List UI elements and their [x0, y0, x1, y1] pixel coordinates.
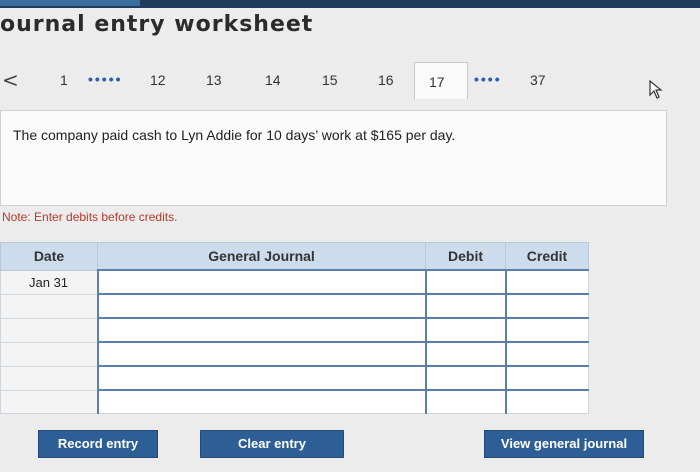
journal-entry-table: Date General Journal Debit Credit Jan 31 — [0, 242, 589, 414]
record-entry-button[interactable]: Record entry — [38, 430, 158, 458]
debit-input[interactable] — [424, 269, 506, 295]
account-input[interactable] — [96, 317, 426, 343]
date-cell — [0, 389, 98, 414]
date-cell — [0, 365, 98, 391]
mouse-pointer-icon — [649, 80, 663, 99]
credit-input[interactable] — [504, 269, 589, 295]
date-cell — [0, 341, 98, 367]
table-row — [0, 365, 589, 391]
transaction-description: The company paid cash to Lyn Addie for 1… — [13, 127, 456, 143]
nav-item-37[interactable]: 37 — [530, 72, 546, 88]
nav-item-16[interactable]: 16 — [378, 72, 394, 88]
nav-ellipsis-left[interactable]: ••••• — [88, 71, 123, 87]
column-header-general-journal: General Journal — [97, 242, 426, 271]
table-row — [0, 293, 589, 319]
question-panel: The company paid cash to Lyn Addie for 1… — [0, 110, 667, 206]
table-row — [0, 389, 589, 414]
table-row: Jan 31 — [0, 269, 589, 295]
table-row — [0, 317, 589, 343]
nav-item-13[interactable]: 13 — [206, 72, 222, 88]
nav-item-15[interactable]: 15 — [322, 72, 338, 88]
credit-input[interactable] — [504, 341, 589, 367]
header-accent-bar — [0, 0, 140, 6]
clear-entry-button[interactable]: Clear entry — [200, 430, 344, 458]
nav-item-12[interactable]: 12 — [150, 72, 166, 88]
entry-navigation: < 1 ••••• 12 13 14 15 16 17 •••• 37 — [0, 62, 700, 106]
column-header-credit: Credit — [505, 242, 589, 271]
debit-input[interactable] — [424, 293, 506, 319]
note-text: Note: Enter debits before credits. — [2, 210, 178, 224]
worksheet-title: ournal entry worksheet — [0, 12, 314, 37]
date-cell: Jan 31 — [0, 269, 98, 295]
top-header-strip — [0, 0, 700, 8]
account-input[interactable] — [96, 269, 426, 295]
debit-input[interactable] — [424, 365, 506, 391]
column-header-debit: Debit — [425, 242, 506, 271]
table-row — [0, 341, 589, 367]
chevron-left-icon[interactable]: < — [2, 68, 19, 92]
nav-item-1[interactable]: 1 — [60, 72, 68, 88]
credit-input[interactable] — [504, 365, 589, 391]
view-general-journal-button[interactable]: View general journal — [484, 430, 644, 458]
date-cell — [0, 317, 98, 343]
date-cell — [0, 293, 98, 319]
journal-header-row: Date General Journal Debit Credit — [0, 242, 589, 271]
debit-input[interactable] — [424, 389, 506, 414]
column-header-date: Date — [0, 242, 98, 271]
credit-input[interactable] — [504, 293, 589, 319]
credit-input[interactable] — [504, 389, 589, 414]
account-input[interactable] — [96, 341, 426, 367]
account-input[interactable] — [96, 293, 426, 319]
account-input[interactable] — [96, 389, 426, 414]
debit-input[interactable] — [424, 341, 506, 367]
nav-item-17-active[interactable]: 17 — [414, 62, 468, 99]
nav-ellipsis-right[interactable]: •••• — [474, 71, 502, 87]
nav-item-14[interactable]: 14 — [265, 72, 281, 88]
account-input[interactable] — [96, 365, 426, 391]
debit-input[interactable] — [424, 317, 506, 343]
nav-item-17-label: 17 — [429, 74, 445, 90]
credit-input[interactable] — [504, 317, 589, 343]
